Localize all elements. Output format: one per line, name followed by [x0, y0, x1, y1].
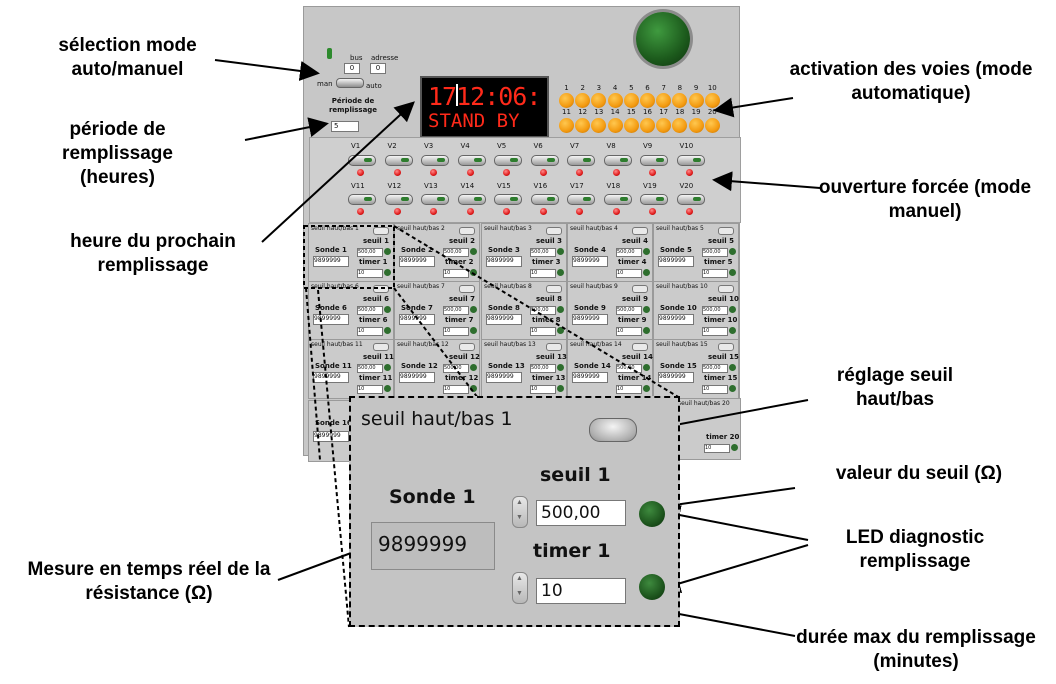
zoom-title: seuil haut/bas 1	[361, 408, 513, 430]
timer-input[interactable]: 10	[536, 578, 626, 604]
zoom-seuil-label: seuil 1	[540, 464, 611, 486]
zoom-timer-label: timer 1	[533, 540, 611, 562]
zoom-sonde-label: Sonde 1	[389, 486, 476, 508]
zoom-value-box: 9899999	[371, 522, 495, 570]
seuil-toggle[interactable]	[589, 418, 637, 442]
seuil-led-icon	[639, 501, 665, 527]
zoom-sonde-value: 9899999	[378, 532, 468, 556]
seuil-input[interactable]: 500,00	[536, 500, 626, 526]
timer-spinner[interactable]	[512, 572, 528, 604]
zoom-detail-panel: seuil haut/bas 1 Sonde 1 9899999 seuil 1…	[349, 396, 680, 627]
seuil-spinner[interactable]	[512, 496, 528, 528]
timer-led-icon	[639, 574, 665, 600]
